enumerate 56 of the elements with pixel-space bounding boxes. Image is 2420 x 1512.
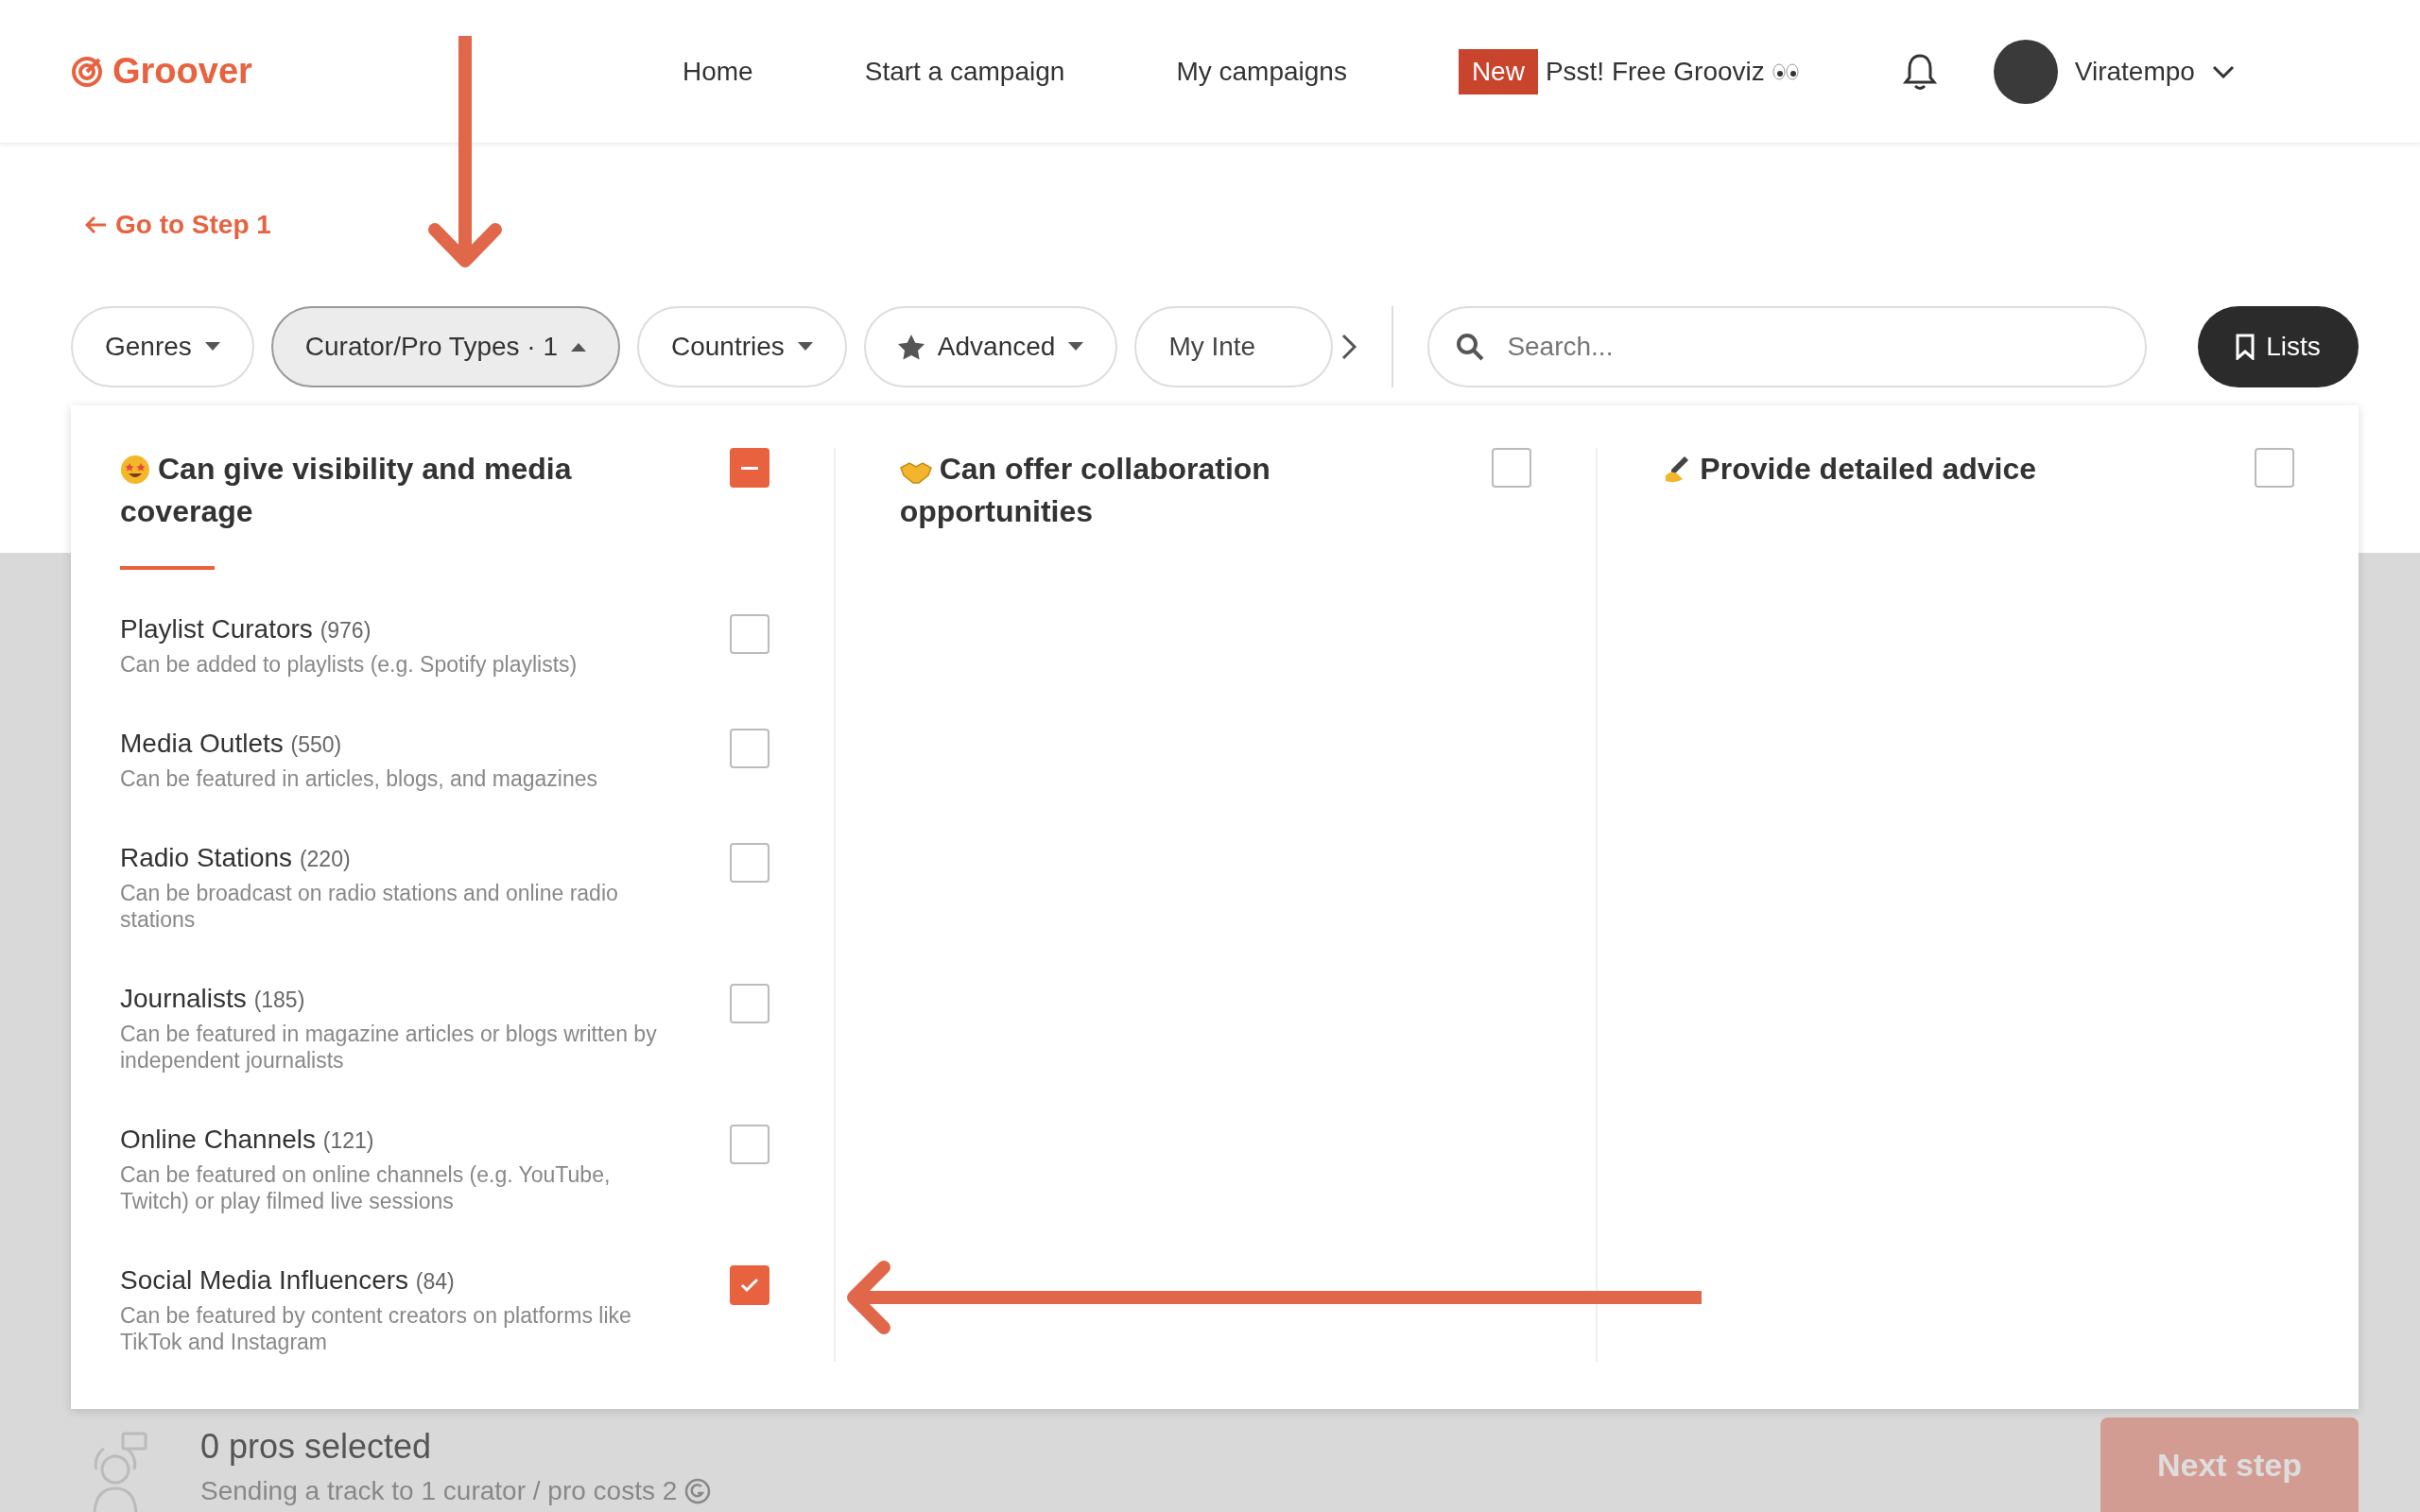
search-field[interactable]: Search... (1427, 306, 2147, 387)
option-label[interactable]: Playlist Curators (976) (120, 612, 578, 647)
category-title[interactable]: Provide detailed advice (1662, 448, 2037, 490)
option-description: Can be featured in magazine articles or blogs written by independent journalists (120, 1021, 658, 1074)
category-title[interactable]: Can give visibility and media coverage (120, 448, 649, 533)
star-icon (897, 334, 925, 360)
filter-dropdown[interactable]: Curator/Pro Types · 1 (270, 306, 620, 387)
checkbox[interactable] (729, 729, 769, 768)
star-eyed-face-icon (120, 455, 150, 485)
filter-dropdown[interactable]: My Inte (1134, 306, 1334, 387)
filter-dropdown[interactable]: Advanced (863, 306, 1118, 387)
logo-icon (71, 55, 103, 88)
option-label[interactable]: Online Channels (121) (120, 1123, 659, 1158)
category-title[interactable]: Can offer collaboration opportunities (899, 448, 1429, 533)
option-label[interactable]: Radio Stations (220) (120, 841, 659, 876)
checkbox[interactable] (729, 1125, 769, 1164)
caret-icon (204, 342, 220, 352)
option-description: Can be featured on online channels (e.g. YouTube, Twitch) or play filmed live sessions (120, 1161, 612, 1214)
promo-link[interactable]: Psst! Free Grooviz (1545, 56, 1765, 87)
bookmark-icon (2236, 334, 2256, 360)
cost-note: Sending a track to 1 curator / pro costs 2 (200, 1476, 678, 1506)
checkbox[interactable] (729, 984, 769, 1023)
lists-button[interactable]: Lists (2198, 306, 2359, 387)
coin-icon (684, 1478, 712, 1504)
eyes-icon (1772, 62, 1799, 80)
option-description: Can be broadcast on radio stations and online radio stations (120, 880, 619, 933)
new-badge: New (1458, 48, 1538, 94)
arrow-left-icon (85, 215, 108, 234)
option-label[interactable]: Journalists (185) (120, 982, 659, 1017)
minus-icon (740, 466, 758, 470)
caret-icon (1068, 342, 1084, 352)
filter-dropdown[interactable]: Genres (71, 306, 254, 387)
nav-link[interactable]: Home (683, 56, 753, 87)
search-icon (1456, 333, 1485, 361)
filter-dropdown[interactable]: Countries (637, 306, 847, 387)
checkmark-icon (739, 1278, 759, 1293)
option-description: Can be featured in articles, blogs, and magazines (120, 765, 598, 792)
checkbox[interactable] (2255, 448, 2294, 488)
nav-link[interactable]: Start a campaign (864, 56, 1065, 87)
option-label[interactable]: Social Media Influencers (84) (120, 1263, 659, 1298)
bell-icon[interactable] (1902, 52, 1937, 91)
caret-icon (571, 342, 586, 352)
checkbox[interactable] (729, 614, 769, 654)
checkbox[interactable] (729, 843, 769, 883)
caret-icon (797, 342, 813, 352)
selection-count: 0 pros selected (200, 1427, 433, 1467)
checkbox[interactable] (729, 448, 769, 488)
user-name[interactable]: Viratempo (2074, 56, 2195, 87)
nav-link[interactable]: My campaigns (1176, 56, 1347, 87)
checkbox[interactable] (1492, 448, 1532, 488)
checkbox[interactable] (729, 1265, 769, 1305)
option-description: Can be added to playlists (e.g. Spotify playlists) (120, 651, 578, 678)
option-label[interactable]: Media Outlets (550) (120, 727, 598, 762)
chevron-right-icon[interactable] (1340, 333, 1358, 361)
chevron-down-icon[interactable] (2211, 64, 2235, 78)
option-description: Can be featured by content creators on platforms like TikTok and Instagram (120, 1302, 632, 1355)
